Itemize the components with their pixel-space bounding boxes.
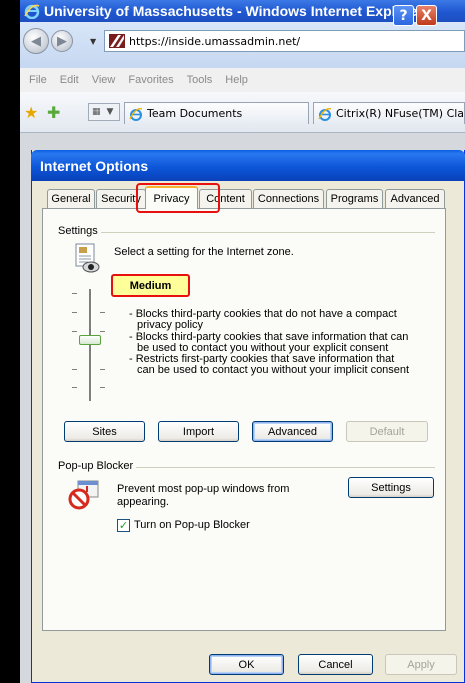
tab-connections[interactable]: Connections [253,189,324,208]
forward-arrow-icon: ▶ [57,33,67,49]
privacy-slider-track[interactable] [89,289,92,401]
menu-help[interactable]: Help [225,74,248,86]
left-black-strip [0,0,20,683]
privacy-level-label: Medium [111,274,190,297]
advanced-button[interactable]: Advanced [252,421,333,442]
ie-window-title: University of Massachusetts - Windows In… [44,3,423,19]
add-favorite-icon[interactable]: ✚ [47,103,60,122]
description-line: privacy policy [137,319,204,332]
slider-tick [100,387,105,388]
slider-tick [72,331,77,332]
description-line: can be used to contact you without your … [137,364,410,377]
address-toolbar: ◀ ▶ ▼ https://inside.umassadmin.net/ [20,22,465,68]
tab-citrix-nfuse[interactable]: Citrix(R) NFuse(TM) Class [313,102,465,124]
popup-blocker-description: Prevent most pop-up windows from appeari… [117,483,290,508]
forward-button[interactable]: ▶ [51,30,73,52]
history-dropdown-icon[interactable]: ▼ [90,37,96,46]
privacy-level-description: - Blocks third-party cookies that do not… [129,308,434,377]
menu-view[interactable]: View [92,74,116,86]
dialog-title-bar[interactable]: Internet Options [31,150,465,181]
popup-settings-button[interactable]: Settings [348,477,434,498]
apply-button: Apply [385,654,457,675]
menu-file[interactable]: File [29,74,47,86]
slider-tick [100,312,105,313]
address-bar[interactable]: https://inside.umassadmin.net/ [104,30,465,52]
privacy-tab-panel [42,208,446,631]
slider-tick [100,331,105,332]
cancel-button[interactable]: Cancel [298,654,373,675]
privacy-settings-icon [72,243,102,278]
dialog-title: Internet Options [40,157,149,174]
popup-blocker-checkbox-label: Turn on Pop-up Blocker [134,519,250,531]
site-favicon-icon [109,34,125,48]
zone-instruction: Select a setting for the Internet zone. [114,246,294,258]
slider-tick [72,312,77,313]
quick-tabs-grid-icon: ▦ [92,107,101,117]
tab-general[interactable]: General [47,189,95,208]
tab-list-dropdown-icon[interactable]: ▼ [107,107,114,117]
sites-button[interactable]: Sites [64,421,145,442]
favorites-bar: ★ ✚ ▦ ▼ Team Documents Citrix(R) NFuse(T… [20,92,465,133]
tab-label: Citrix(R) NFuse(TM) Class [336,107,465,120]
back-arrow-icon: ◀ [31,33,41,49]
tab-advanced[interactable]: Advanced [385,189,445,208]
popup-group-label: Pop-up Blocker [58,460,137,472]
tab-team-documents[interactable]: Team Documents [124,102,309,124]
ok-button[interactable]: OK [209,654,284,675]
tab-label: Team Documents [147,107,243,120]
ie-logo-icon [24,3,40,20]
settings-group-label: Settings [58,225,101,237]
slider-tick [100,369,105,370]
popup-blocker-icon [68,480,100,513]
help-button[interactable]: ? [393,5,414,26]
slider-tick [72,369,77,370]
privacy-tab-highlight [136,183,220,213]
quick-tabs-button[interactable]: ▦ ▼ [88,103,120,121]
tab-programs[interactable]: Programs [326,189,383,208]
menu-bar: File Edit View Favorites Tools Help [20,68,465,93]
favorites-star-icon[interactable]: ★ [24,103,38,122]
privacy-slider-thumb[interactable] [79,335,101,345]
settings-group-line [58,232,435,233]
import-button[interactable]: Import [158,421,239,442]
address-url: https://inside.umassadmin.net/ [129,34,301,48]
default-button: Default [346,421,428,442]
slider-tick [72,387,77,388]
ie-page-icon [129,107,143,121]
close-button[interactable]: X [416,5,437,26]
menu-edit[interactable]: Edit [60,74,79,86]
ie-page-icon [318,107,332,121]
slider-tick [72,293,77,294]
checkmark-icon: ✓ [118,519,129,532]
menu-favorites[interactable]: Favorites [128,74,173,86]
popup-blocker-checkbox[interactable]: ✓ [117,519,130,532]
back-button[interactable]: ◀ [23,28,49,54]
menu-tools[interactable]: Tools [187,74,213,86]
